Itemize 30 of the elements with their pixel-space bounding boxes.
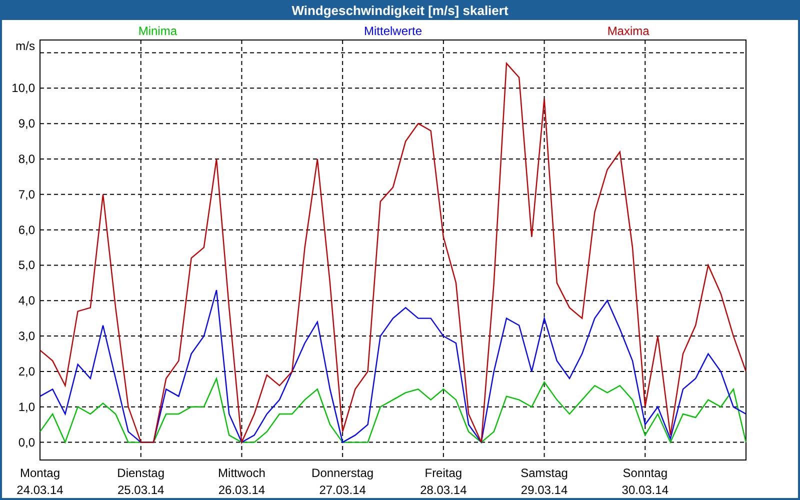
x-tick-label: Donnerstag: [312, 466, 374, 480]
legend-label: Maxima: [607, 24, 650, 38]
x-tick-label: Freitag: [424, 466, 462, 480]
x-tick-date: 29.03.14: [520, 483, 568, 497]
x-tick-date: 28.03.14: [420, 483, 467, 497]
x-tick-date: 30.03.14: [622, 483, 668, 497]
y-tick-label: 10,0: [12, 81, 35, 96]
y-axis-unit: m/s: [16, 39, 35, 53]
y-tick-label: 8,0: [18, 152, 35, 166]
x-tick-label: Sonntag: [622, 466, 668, 480]
y-tick-label: 3,0: [18, 329, 35, 344]
y-tick-label: 2,0: [18, 364, 35, 378]
x-tick-date: 27.03.14: [319, 483, 366, 497]
y-tick-label: 0,0: [18, 435, 35, 450]
x-tick-label: Montag: [20, 466, 60, 480]
x-tick-date: 25.03.14: [118, 483, 164, 497]
legend-label: Mittelwerte: [364, 24, 422, 38]
y-tick-label: 1,0: [18, 400, 35, 414]
x-tick-label: Mittwoch: [218, 466, 266, 480]
window-title: Windgeschwindigkeit [m/s] skaliert: [0, 0, 800, 20]
y-tick-label: 7,0: [18, 187, 35, 202]
legend-label: Minima: [138, 24, 177, 38]
x-tick-label: Samstag: [520, 466, 568, 480]
x-tick-date: 24.03.14: [16, 483, 64, 497]
x-tick-date: 26.03.14: [218, 483, 266, 497]
y-tick-label: 6,0: [18, 222, 35, 237]
y-tick-label: 5,0: [18, 258, 35, 272]
y-tick-label: 4,0: [18, 294, 35, 308]
y-tick-label: 9,0: [18, 116, 35, 131]
x-tick-label: Dienstag: [117, 466, 165, 480]
